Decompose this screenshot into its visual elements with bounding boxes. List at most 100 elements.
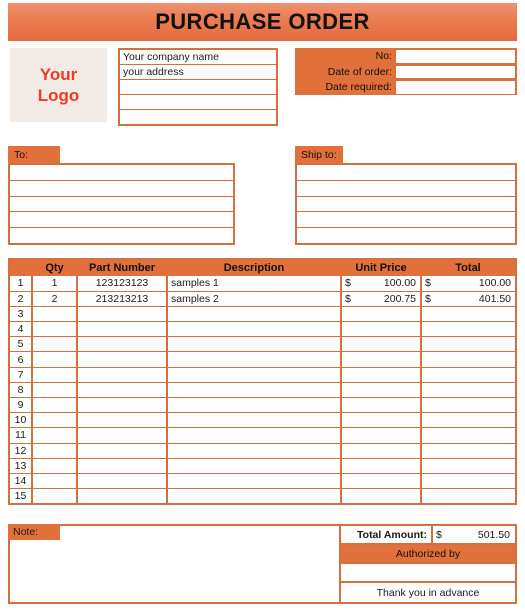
cell-unit-price[interactable]: 100.00 bbox=[357, 276, 423, 292]
cell-description[interactable] bbox=[167, 473, 342, 490]
cell-qty[interactable] bbox=[32, 412, 78, 429]
to-line-4-field[interactable] bbox=[10, 212, 233, 229]
cell-description[interactable]: samples 2 bbox=[167, 291, 342, 307]
cell-unit-price[interactable] bbox=[357, 488, 423, 505]
logo-placeholder[interactable]: Your Logo bbox=[10, 48, 107, 122]
cell-unit-price[interactable] bbox=[357, 351, 423, 368]
cell-description[interactable] bbox=[167, 382, 342, 399]
cell-description[interactable] bbox=[167, 427, 342, 444]
ship-to-address-box bbox=[295, 163, 517, 245]
cell-part-number[interactable] bbox=[77, 427, 168, 444]
cell-unit-currency bbox=[341, 427, 357, 444]
cell-unit-currency: $ bbox=[341, 291, 357, 307]
cell-unit-price[interactable] bbox=[357, 473, 423, 490]
cell-qty[interactable] bbox=[32, 336, 78, 353]
cell-unit-price[interactable] bbox=[357, 458, 423, 474]
cell-qty[interactable] bbox=[32, 321, 78, 338]
to-line-3-field[interactable] bbox=[10, 197, 233, 213]
date-of-order-input[interactable] bbox=[395, 64, 516, 80]
cell-unit-price[interactable] bbox=[357, 367, 423, 383]
cell-description[interactable] bbox=[167, 397, 342, 414]
order-number-input[interactable] bbox=[395, 49, 516, 64]
cell-total-currency bbox=[421, 321, 438, 338]
cell-qty[interactable] bbox=[32, 397, 78, 414]
cell-unit-price[interactable] bbox=[357, 397, 423, 414]
cell-total-currency bbox=[421, 351, 438, 368]
cell-unit-price[interactable] bbox=[357, 382, 423, 399]
cell-part-number[interactable] bbox=[77, 351, 168, 368]
cell-total bbox=[437, 306, 516, 323]
date-of-order-row: Date of order: bbox=[295, 64, 517, 80]
cell-unit-price[interactable] bbox=[357, 306, 423, 323]
cell-unit-price[interactable]: 200.75 bbox=[357, 291, 423, 307]
ship-to-line-2-field[interactable] bbox=[297, 181, 515, 197]
company-line-3-field[interactable] bbox=[120, 80, 276, 95]
cell-total-currency bbox=[421, 443, 438, 459]
cell-part-number[interactable] bbox=[77, 473, 168, 490]
ship-to-line-4-field[interactable] bbox=[297, 212, 515, 229]
ship-to-line-1-field[interactable] bbox=[297, 165, 515, 181]
cell-qty[interactable] bbox=[32, 351, 78, 368]
order-info-block: No: Date of order: Date required: bbox=[295, 48, 517, 96]
cell-qty[interactable]: 2 bbox=[32, 291, 78, 307]
logo-line-1: Your bbox=[39, 64, 78, 84]
cell-qty[interactable] bbox=[32, 458, 78, 474]
cell-unit-price[interactable] bbox=[357, 443, 423, 459]
company-line-5-field[interactable] bbox=[120, 110, 276, 124]
cell-description[interactable] bbox=[167, 351, 342, 368]
cell-part-number[interactable] bbox=[77, 458, 168, 474]
cell-total-currency bbox=[421, 412, 438, 429]
cell-qty[interactable] bbox=[32, 473, 78, 490]
to-line-1-field[interactable] bbox=[10, 165, 233, 181]
cell-unit-price[interactable] bbox=[357, 336, 423, 353]
cell-qty[interactable] bbox=[32, 443, 78, 459]
cell-description[interactable] bbox=[167, 336, 342, 353]
company-name-field[interactable]: Your company name bbox=[120, 50, 276, 65]
ship-to-line-5-field[interactable] bbox=[297, 228, 515, 243]
cell-part-number[interactable]: 123123123 bbox=[77, 276, 168, 292]
cell-qty[interactable] bbox=[32, 367, 78, 383]
date-required-input[interactable] bbox=[395, 80, 516, 96]
table-row: 6 bbox=[10, 351, 516, 368]
cell-description[interactable] bbox=[167, 412, 342, 429]
cell-part-number[interactable] bbox=[77, 443, 168, 459]
cell-qty[interactable] bbox=[32, 306, 78, 323]
cell-qty[interactable] bbox=[32, 488, 78, 505]
cell-description[interactable]: samples 1 bbox=[167, 276, 342, 292]
to-line-5-field[interactable] bbox=[10, 228, 233, 243]
to-line-2-field[interactable] bbox=[10, 181, 233, 197]
cell-description[interactable] bbox=[167, 367, 342, 383]
cell-part-number[interactable] bbox=[77, 306, 168, 323]
cell-part-number[interactable] bbox=[77, 382, 168, 399]
cell-unit-price[interactable] bbox=[357, 321, 423, 338]
cell-part-number[interactable] bbox=[77, 367, 168, 383]
cell-line-number: 8 bbox=[10, 382, 33, 399]
cell-part-number[interactable] bbox=[77, 321, 168, 338]
cell-unit-currency bbox=[341, 351, 357, 368]
cell-part-number[interactable] bbox=[77, 336, 168, 353]
cell-qty[interactable]: 1 bbox=[32, 276, 78, 292]
cell-qty[interactable] bbox=[32, 427, 78, 444]
cell-description[interactable] bbox=[167, 488, 342, 505]
cell-part-number[interactable] bbox=[77, 412, 168, 429]
cell-unit-price[interactable] bbox=[357, 412, 423, 429]
total-amount-row: Total Amount: $ 501.50 bbox=[341, 526, 515, 545]
ship-to-line-3-field[interactable] bbox=[297, 197, 515, 213]
table-row: 15 bbox=[10, 488, 516, 505]
cell-description[interactable] bbox=[167, 321, 342, 338]
cell-total bbox=[437, 473, 516, 490]
cell-unit-price[interactable] bbox=[357, 427, 423, 444]
cell-description[interactable] bbox=[167, 443, 342, 459]
cell-part-number[interactable] bbox=[77, 488, 168, 505]
cell-line-number: 2 bbox=[10, 291, 33, 307]
cell-part-number[interactable]: 213213213 bbox=[77, 291, 168, 307]
company-line-4-field[interactable] bbox=[120, 95, 276, 110]
cell-line-number: 13 bbox=[10, 458, 33, 474]
cell-part-number[interactable] bbox=[77, 397, 168, 414]
cell-description[interactable] bbox=[167, 458, 342, 474]
cell-qty[interactable] bbox=[32, 382, 78, 399]
signature-field[interactable] bbox=[341, 564, 515, 583]
cell-description[interactable] bbox=[167, 306, 342, 323]
company-address-field[interactable]: your address bbox=[120, 65, 276, 80]
table-row: 8 bbox=[10, 382, 516, 399]
